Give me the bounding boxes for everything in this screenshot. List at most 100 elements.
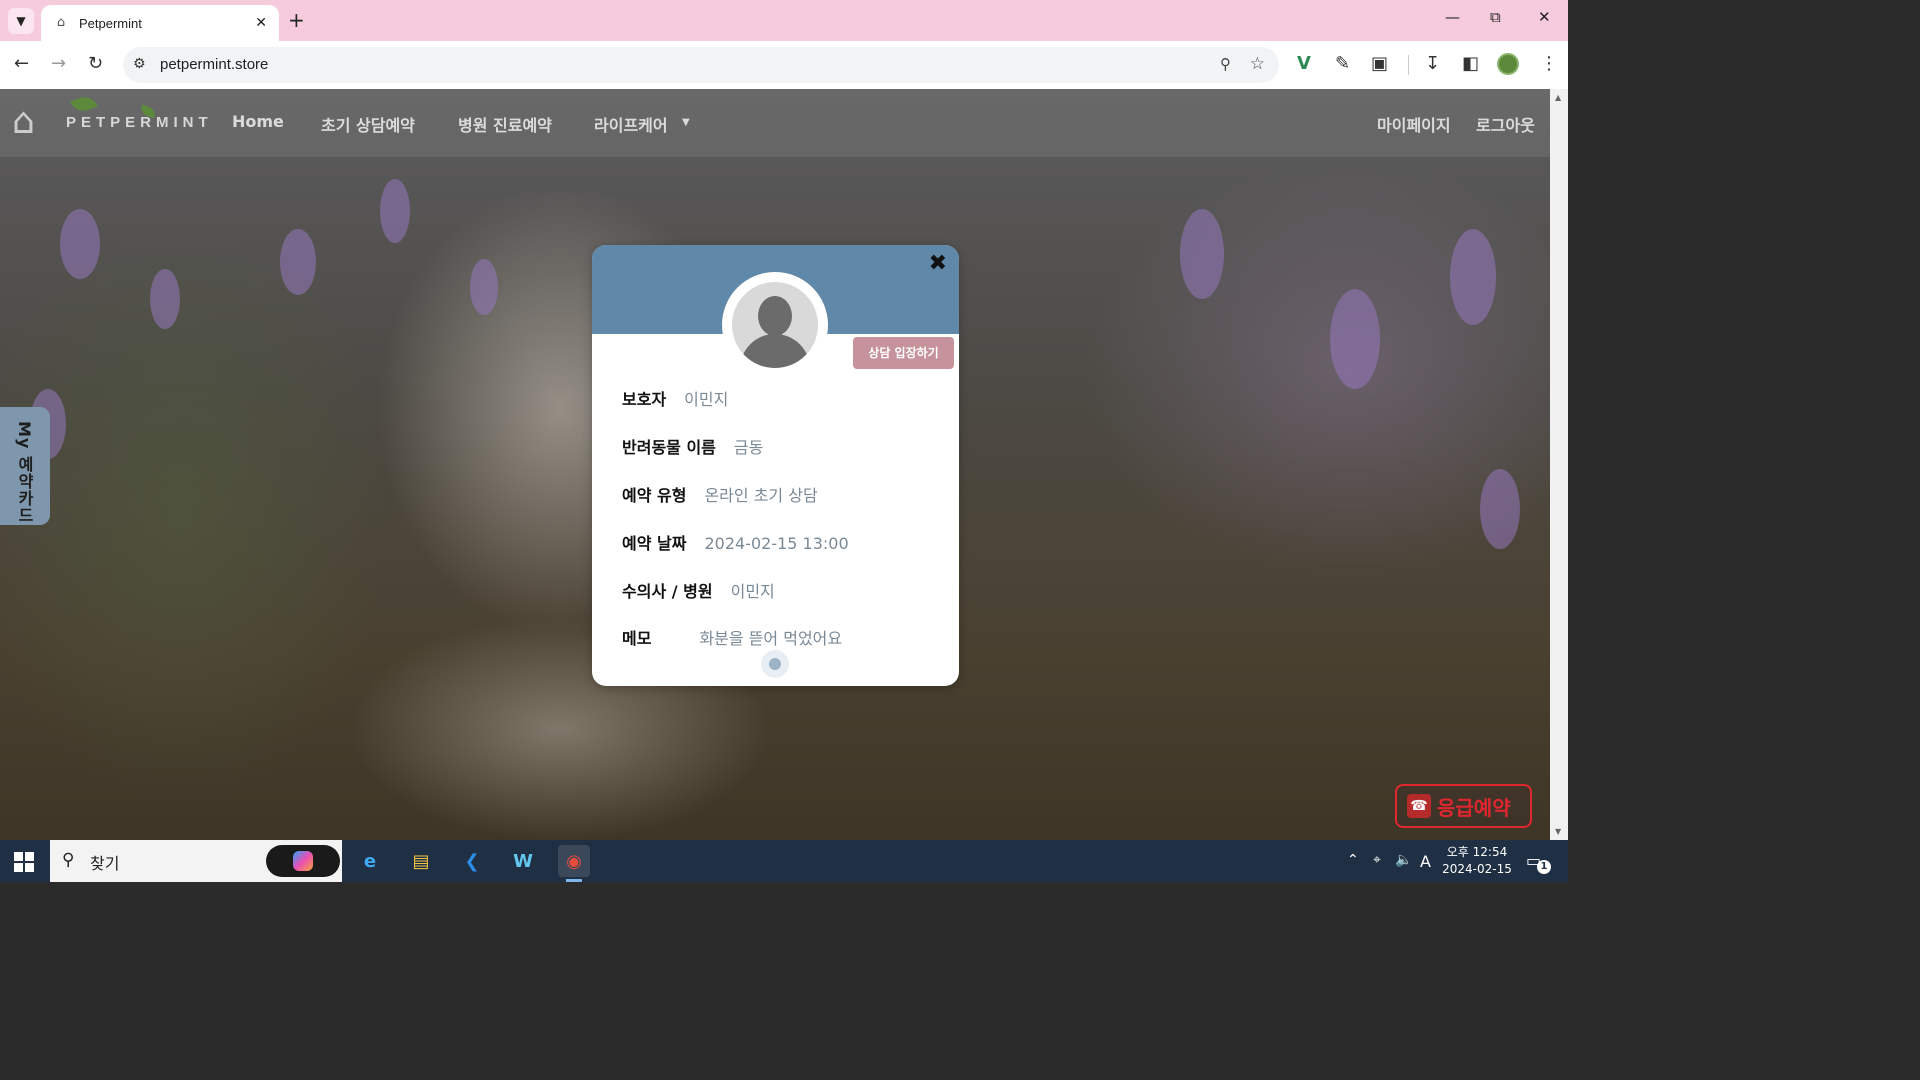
clock-time: 오후 12:54 [1446,845,1508,859]
copilot-button[interactable] [266,845,340,877]
field-label: 메모 [622,629,652,648]
forward-icon[interactable]: → [51,53,66,75]
back-icon[interactable]: ← [14,53,29,75]
user-placeholder-icon [732,282,818,368]
chevron-down-icon: ▼ [16,14,26,28]
webstorm-icon[interactable]: W [507,845,539,877]
background-flower [1450,229,1496,325]
background-flower [380,179,410,243]
my-reservation-card-tab[interactable]: My 예약카드 [0,407,50,525]
tray-chevron-icon[interactable]: ⌃ [1347,852,1359,868]
reservation-card-modal: ✖ 상담 입장하기 보호자 이민지 반려동물 이름 금동 예약 유형 온라인 초기 상… [592,245,959,686]
page-scrollbar[interactable]: ▲ ▼ [1550,89,1568,840]
eyedropper-icon[interactable]: ✎ [1335,53,1350,75]
field-reservation-date: 예약 날짜 2024-02-15 13:00 [622,530,849,554]
windows-start-icon[interactable] [14,852,34,872]
more-menu-icon[interactable]: ⋮ [1540,53,1558,75]
site-logo[interactable]: PETPERMINT [66,114,213,131]
field-memo: 메모 화분을 뜯어 먹었어요 [622,625,842,649]
site-favicon-icon: ⌂ [56,15,66,30]
side-panel-icon[interactable]: ◧ [1462,53,1479,75]
search-icon: ⚲ [62,850,75,870]
background-flower [1180,209,1224,299]
url-text[interactable]: petpermint.store [160,56,268,73]
avatar-head [758,296,792,336]
field-guardian: 보호자 이민지 [622,386,728,410]
network-icon[interactable]: ⌖ [1373,852,1381,868]
field-value: 이민지 [684,390,729,409]
scroll-up-icon[interactable]: ▲ [1555,93,1561,102]
file-explorer-icon[interactable]: ▤ [405,845,437,877]
background-flower [1330,289,1380,389]
loading-indicator [761,650,789,678]
taskbar-search-text: 찾기 [90,854,120,873]
copilot-icon [293,851,313,871]
notification-count: 1 [1537,860,1551,874]
minimize-icon[interactable]: — [1445,8,1460,26]
bookmark-star-icon[interactable]: ☆ [1250,54,1265,74]
clock-date: 2024-02-15 [1442,862,1512,876]
ime-indicator[interactable]: A [1420,852,1431,871]
extensions-puzzle-icon[interactable]: ▣ [1371,53,1388,75]
emergency-booking-button[interactable]: ☎ 응급예약 [1395,784,1532,828]
site-settings-icon[interactable]: ⚙ [133,56,146,72]
background-flower [150,269,180,329]
nav-hospital-booking[interactable]: 병원 진료예약 [458,112,552,136]
field-value: 화분을 뜯어 먹었어요 [699,629,843,648]
field-pet-name: 반려동물 이름 금동 [622,434,763,458]
reload-icon[interactable]: ↻ [88,53,103,75]
caret-down-icon[interactable]: ▼ [682,117,690,128]
active-app-indicator [566,879,582,882]
windows-taskbar: ⚲ 찾기 e ▤ ❮ W ◉ ⌃ ⌖ 🔈 A 오후 12:54 2024-02-… [0,840,1568,882]
address-bar[interactable]: ⚙ petpermint.store ⚲ ☆ [123,47,1279,83]
taskbar-clock[interactable]: 오후 12:54 2024-02-15 [1438,844,1516,878]
extension-v-icon[interactable]: V [1297,53,1311,75]
field-label: 반려동물 이름 [622,438,716,457]
zoom-icon[interactable]: ⚲ [1220,55,1231,73]
browser-toolbar: ← → ↻ ⚙ petpermint.store ⚲ ☆ V ✎ ▣ ↧ ◧ ⋮ [0,41,1568,89]
field-vet-hospital: 수의사 / 병원 이민지 [622,578,775,602]
vscode-icon[interactable]: ❮ [456,845,488,877]
profile-avatar[interactable] [1497,53,1519,75]
notification-icon[interactable]: ▭ 1 [1526,851,1551,874]
avatar [722,272,828,378]
field-label: 보호자 [622,390,667,409]
logo-leaf-icon [70,93,98,115]
edge-icon[interactable]: e [354,845,386,877]
new-tab-button[interactable]: + [288,10,305,30]
field-label: 예약 날짜 [622,534,687,553]
toolbar-divider [1408,55,1409,75]
enter-consultation-button[interactable]: 상담 입장하기 [853,337,954,369]
field-value: 2024-02-15 13:00 [704,534,849,553]
browser-tab-active[interactable]: ⌂ Petpermint ✕ [41,5,279,41]
avatar-body [740,334,810,368]
tab-title: Petpermint [79,15,142,31]
nav-logout[interactable]: 로그아웃 [1476,112,1535,136]
tab-search-button[interactable]: ▼ [8,8,34,34]
background-flower [470,259,498,315]
tab-close-icon[interactable]: ✕ [255,15,267,31]
nav-initial-consult[interactable]: 초기 상담예약 [321,112,415,136]
page-viewport: ⌂ PETPERMINT Home 초기 상담예약 병원 진료예약 라이프케어 … [0,89,1550,840]
scroll-down-icon[interactable]: ▼ [1555,827,1561,836]
logo-house-icon[interactable]: ⌂ [12,99,52,145]
nav-lifecare[interactable]: 라이프케어 [594,112,668,136]
browser-tabstrip: ▼ ⌂ Petpermint ✕ + — ⧉ ✕ [0,0,1568,41]
background-flower [60,209,100,279]
site-navbar: ⌂ PETPERMINT Home 초기 상담예약 병원 진료예약 라이프케어 … [0,89,1550,157]
background-flower [280,229,316,295]
close-icon[interactable]: ✖ [929,253,947,275]
chrome-icon[interactable]: ◉ [558,845,590,877]
download-icon[interactable]: ↧ [1425,53,1440,75]
volume-icon[interactable]: 🔈 [1395,852,1412,868]
field-label: 예약 유형 [622,486,687,505]
field-value: 온라인 초기 상담 [704,486,818,505]
field-value: 이민지 [730,582,775,601]
field-label: 수의사 / 병원 [622,582,713,601]
nav-home[interactable]: Home [232,112,284,131]
restore-icon[interactable]: ⧉ [1490,8,1501,26]
window-close-icon[interactable]: ✕ [1538,8,1551,26]
phone-icon: ☎ [1407,794,1431,818]
nav-mypage[interactable]: 마이페이지 [1377,112,1451,136]
side-tab-label: My 예약카드 [15,421,34,524]
